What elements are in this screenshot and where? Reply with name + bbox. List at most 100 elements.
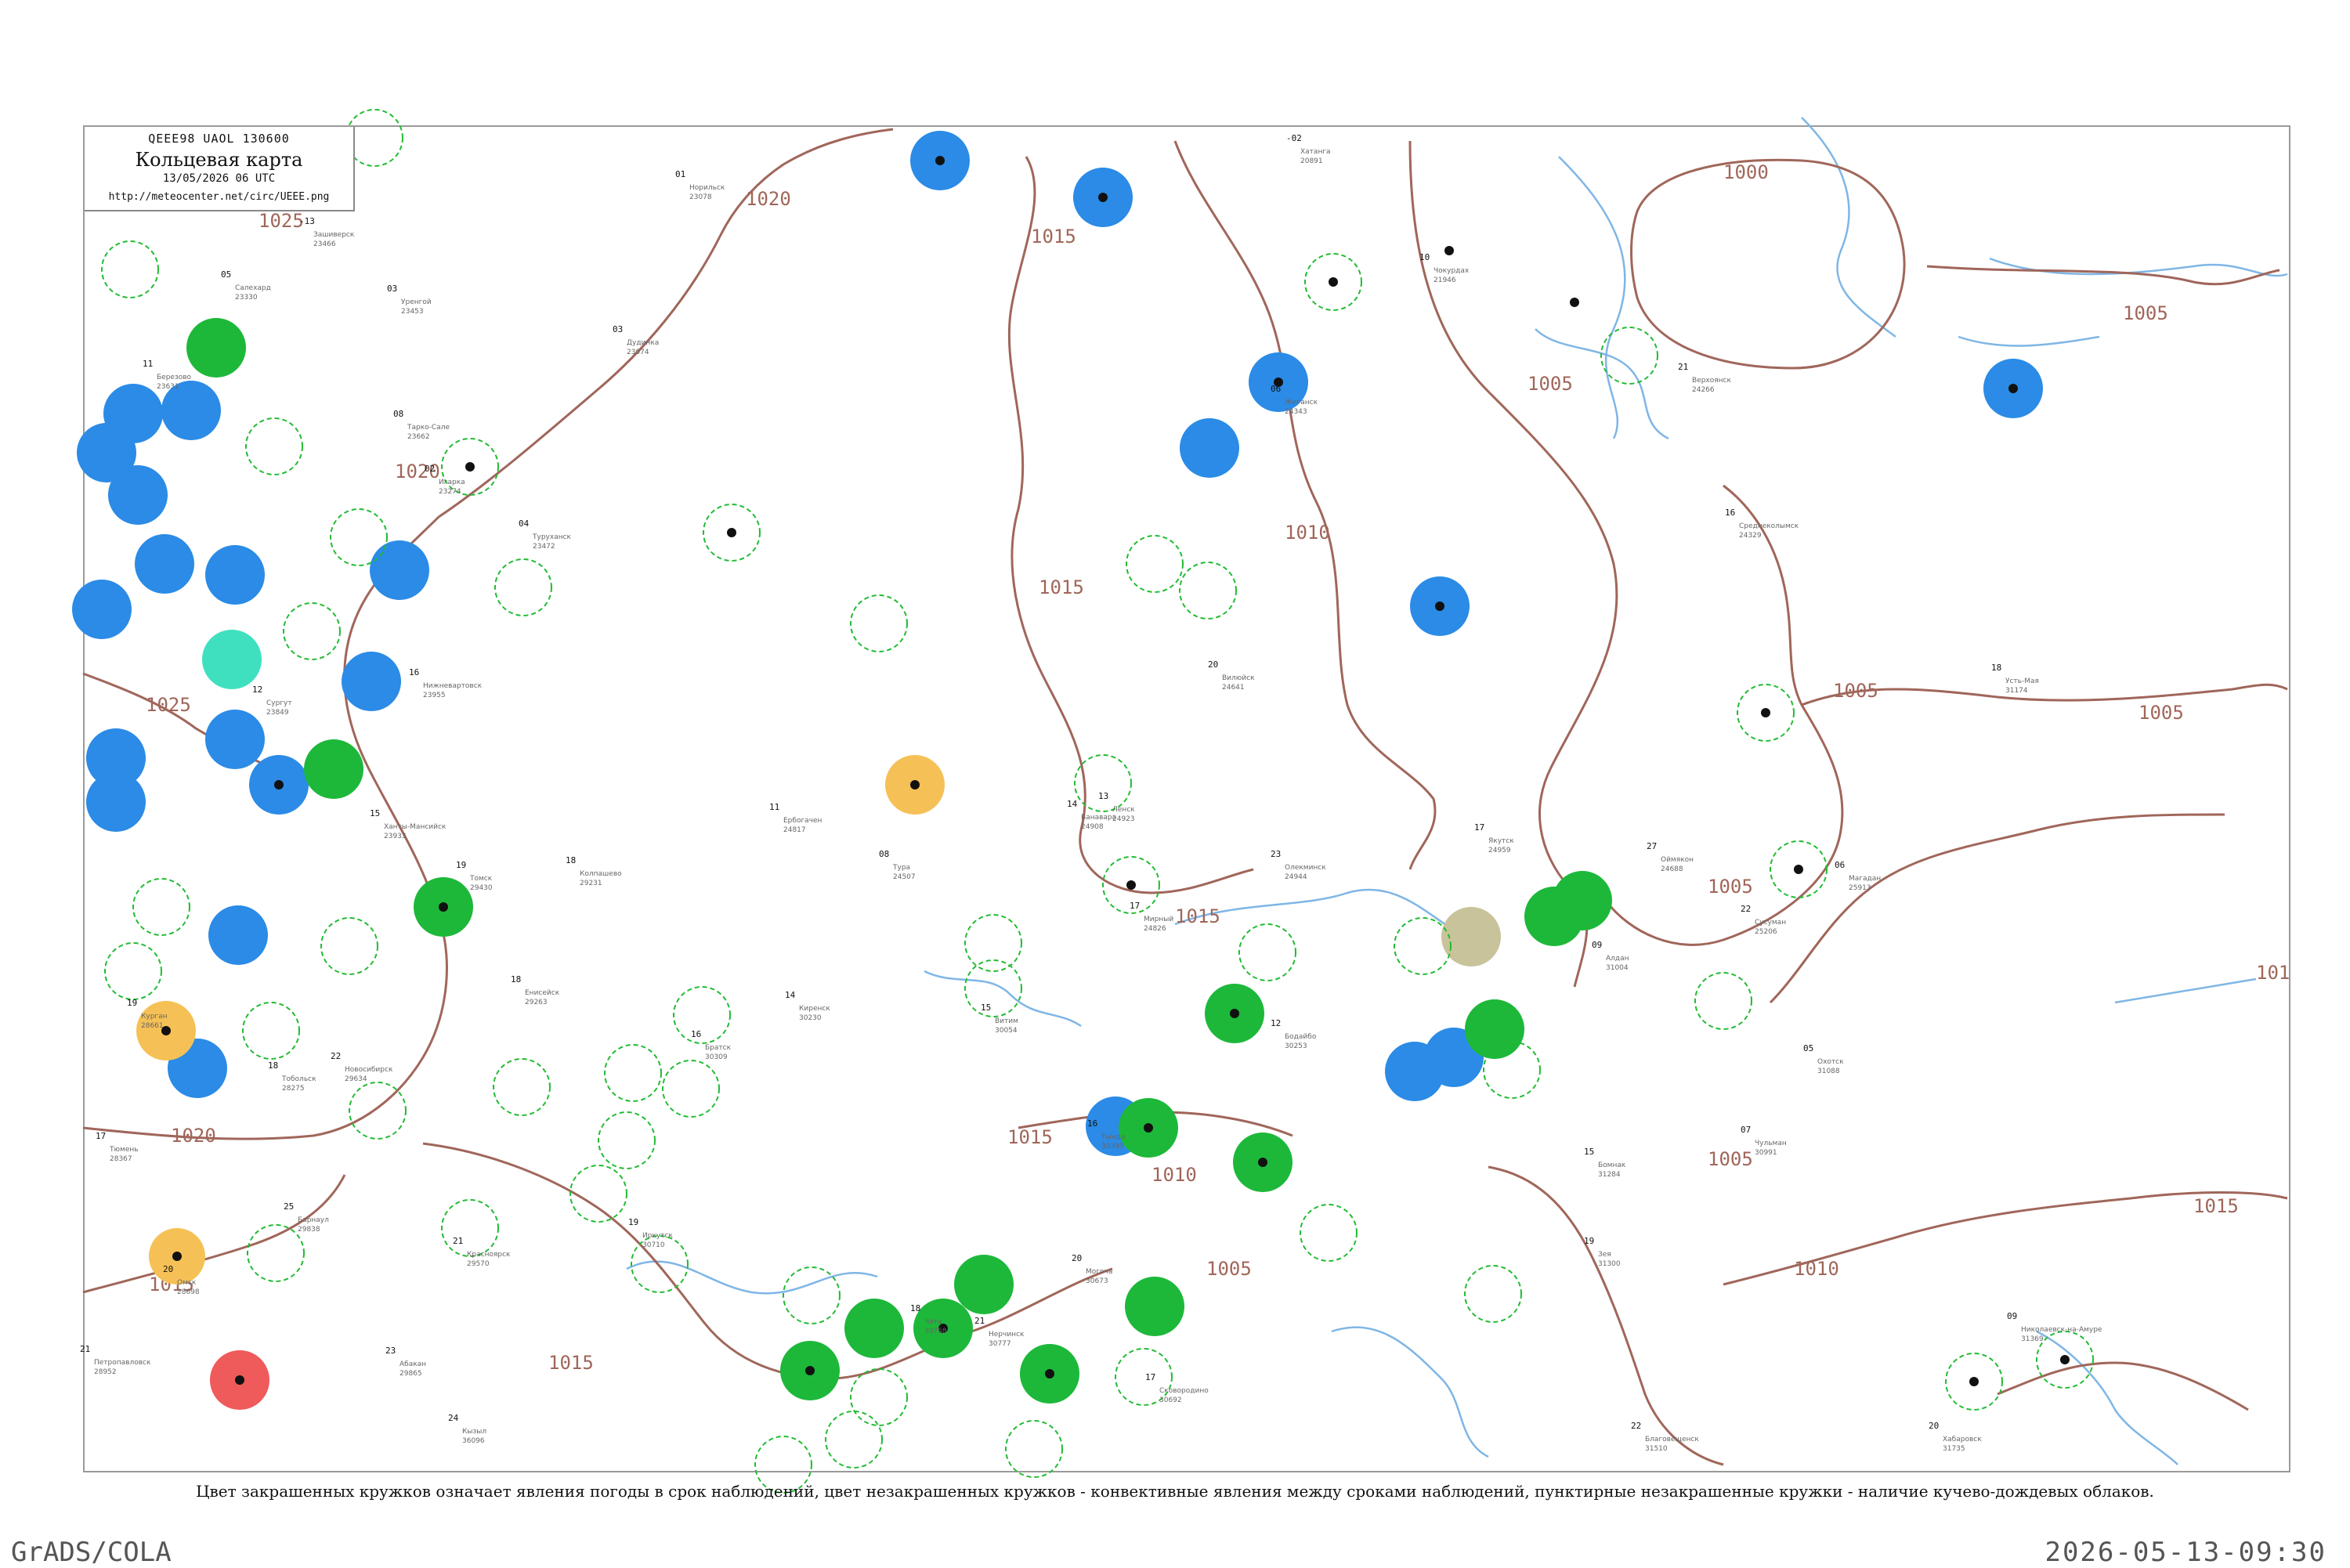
station-id: 23849	[266, 709, 289, 717]
weather-circle-cyan	[202, 630, 262, 689]
station-name: Хабаровск	[1943, 1436, 1982, 1443]
station-temperature: 09	[2007, 1311, 2017, 1321]
cb-ring	[242, 1002, 300, 1060]
station-name: Дудинка	[627, 339, 659, 347]
cb-ring	[598, 1111, 656, 1169]
rivers	[626, 117, 2288, 1465]
cb-ring	[964, 959, 1022, 1017]
station-name: Чокурдах	[1434, 267, 1470, 275]
station-name: Алдан	[1606, 955, 1629, 963]
filled-circles	[72, 131, 2043, 1410]
station-id: 23274	[439, 488, 461, 496]
station-temperature: 16	[691, 1029, 701, 1039]
cb-ring	[1464, 1265, 1522, 1323]
station-name: Мирный	[1144, 916, 1173, 923]
station-name: Олекминск	[1285, 864, 1326, 872]
station-id: 30777	[989, 1340, 1011, 1348]
station-temperature: 06	[1271, 384, 1281, 394]
station-temperature: 08	[393, 409, 403, 419]
isobar-label: 1005	[2138, 702, 2184, 724]
cb-ring	[662, 1060, 720, 1118]
station-id: 24266	[1692, 386, 1715, 394]
station-name: Тында	[1101, 1133, 1125, 1141]
station-dot	[1230, 1009, 1239, 1018]
station-id: 25913	[1849, 884, 1871, 892]
station-name: Ербогачен	[783, 817, 822, 825]
station-temperature: 17	[1145, 1372, 1155, 1382]
isobar-label: 1015	[1007, 1126, 1053, 1148]
station-dot	[1258, 1158, 1267, 1167]
station-name: Бодайбо	[1285, 1033, 1317, 1041]
map-title-box: QEEE98 UAOL 130600 Кольцевая карта 13/05…	[85, 127, 355, 211]
station-name: Среднеколымск	[1739, 522, 1799, 530]
station-temperature: 17	[1474, 822, 1484, 833]
station-name: Петропавловск	[94, 1359, 151, 1367]
station-temperature: 04	[519, 518, 530, 529]
isobar-label: 1020	[746, 188, 791, 210]
station-name: Сусуман	[1755, 919, 1786, 927]
weather-circle-blue	[86, 772, 146, 832]
station-id: 30309	[705, 1053, 728, 1061]
station-name: Зея	[1598, 1251, 1611, 1259]
cb-ring	[604, 1044, 662, 1102]
station-id: 30710	[642, 1241, 665, 1249]
station-temperature: 16	[1725, 508, 1735, 518]
station-name: Бомнак	[1598, 1162, 1626, 1169]
station-id: 30230	[799, 1014, 822, 1022]
station-id: 23662	[407, 433, 430, 441]
station-temperature: 08	[879, 849, 889, 859]
station-name: Николаевск-на-Амуре	[2021, 1326, 2102, 1334]
station-id: 23074	[627, 349, 649, 356]
station-dot	[465, 462, 475, 471]
weather-circle-green	[844, 1299, 904, 1358]
station-temperature: 16	[1087, 1118, 1097, 1129]
cb-ring	[850, 1368, 908, 1426]
station-name: Нерчинск	[989, 1331, 1025, 1339]
station-temperature: 23	[385, 1346, 396, 1356]
station-temperature: 13	[1098, 791, 1108, 801]
station-dot	[1570, 298, 1579, 307]
isobar-label: 1015	[1031, 226, 1076, 247]
station-temperature: 21	[1678, 362, 1688, 372]
station-id: 30991	[1755, 1149, 1777, 1157]
station-temperature: 19	[456, 860, 466, 870]
station-name: Благовещенск	[1645, 1436, 1699, 1443]
station-temperature: 15	[370, 808, 380, 818]
isobar-label: 1005	[1833, 680, 1878, 702]
cb-ring	[569, 1165, 627, 1223]
bulletin-code: QEEE98 UAOL 130600	[148, 132, 290, 146]
station-temperature: 19	[1584, 1236, 1594, 1246]
station-name: Ванавара	[1081, 814, 1116, 822]
station-temperature: 15	[981, 1003, 991, 1013]
station-temperature: 25	[284, 1201, 294, 1212]
station-temperature: 05	[221, 269, 231, 280]
station-id: 23453	[401, 308, 424, 316]
weather-circle-blue	[370, 540, 429, 600]
cb-ring	[1126, 535, 1184, 593]
station-id: 23330	[235, 294, 258, 302]
station-temperature: 03	[387, 284, 397, 294]
station-name: Вилюйск	[1222, 674, 1255, 682]
station-id: 29231	[580, 880, 602, 887]
station-name: Верхоянск	[1692, 377, 1732, 385]
isobar-labels: 1000 1005 1005 1005 1005 1005 1005 1005 …	[146, 161, 2290, 1374]
station-name: Новосибирск	[345, 1066, 393, 1074]
station-temperature: 19	[127, 998, 137, 1008]
cb-ring	[673, 986, 731, 1044]
isobar-label: 1010	[1152, 1164, 1197, 1186]
station-id: 30673	[1086, 1277, 1108, 1285]
station-temperature: -13	[299, 216, 315, 226]
isobar-label: 1025	[258, 210, 304, 232]
station-temperature: 20	[1929, 1421, 1939, 1431]
weather-circle-blue	[72, 580, 132, 639]
station-id: 24959	[1488, 847, 1511, 854]
station-name: Ханты-Мансийск	[384, 823, 446, 831]
station-id: 30054	[995, 1027, 1018, 1035]
station-name: Иркутск	[642, 1232, 673, 1240]
weather-circle-green	[1524, 887, 1584, 946]
cb-ring	[964, 914, 1022, 972]
station-id: 24908	[1081, 823, 1104, 831]
weather-circle-blue	[1180, 418, 1239, 478]
station-dot	[274, 780, 284, 789]
station-dot	[2060, 1355, 2070, 1364]
